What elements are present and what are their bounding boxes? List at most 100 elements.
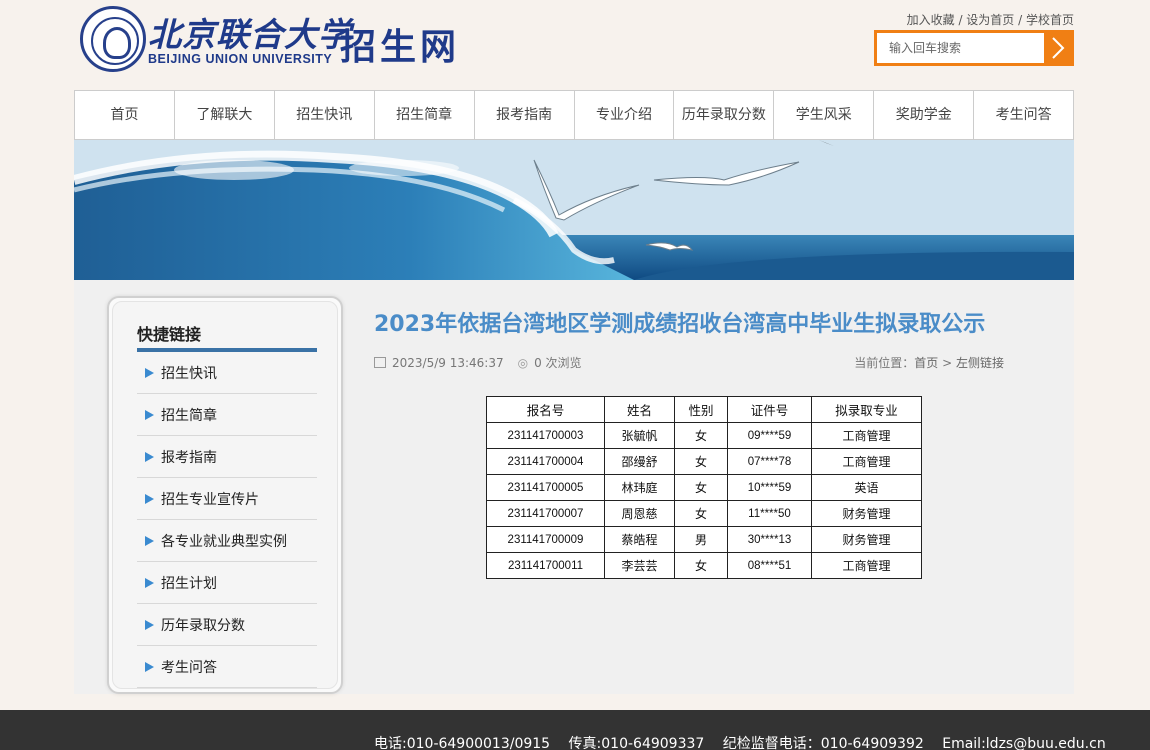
table-cell: 周恩慈 [604,500,675,527]
footer-contact: 电话:010-64900013/0915 传真:010-64909337 纪检监… [374,733,1120,750]
table-cell: 08****51 [727,552,812,579]
triangle-right-icon [145,661,154,672]
site-header: 北京联合大学 BEIJING UNION UNIVERSITY 招生网 加入收藏… [74,0,1074,90]
triangle-right-icon [145,367,154,378]
sidebar-item-enrollment-plan[interactable]: 招生计划 [137,562,317,604]
table-cell: 财务管理 [811,500,922,527]
table-cell: 10****59 [727,474,812,501]
nav-item-about[interactable]: 了解联大 [175,91,275,139]
table-cell: 231141700003 [486,422,605,449]
sidebar-item-qa[interactable]: 考生问答 [137,646,317,688]
nav-item-scores[interactable]: 历年录取分数 [674,91,775,139]
sidebar-item-employment-cases[interactable]: 各专业就业典型实例 [137,520,317,562]
sidebar-item-label: 历年录取分数 [161,617,245,634]
nav-item-scholarships[interactable]: 奖助学金 [874,91,975,139]
article-title: 2023年依据台湾地区学测成绩招收台湾高中毕业生拟录取公示 [374,312,986,337]
table-cell: 工商管理 [811,552,922,579]
sidebar-item-label: 招生快讯 [161,365,217,382]
sidebar-list: 招生快讯 招生简章 报考指南 招生专业宣传片 各专业就业典型实例 招生计划 历年… [137,352,317,688]
breadcrumb-label: 当前位置： [854,356,915,370]
table-cell: 李芸芸 [604,552,675,579]
table-cell: 女 [674,448,728,475]
nav-item-majors[interactable]: 专业介绍 [575,91,675,139]
footer-email[interactable]: Email:ldzs@buu.edu.cn [942,736,1105,750]
column-header: 报名号 [486,396,605,423]
add-favorite-link[interactable]: 加入收藏 [907,13,955,27]
table-row: 231141700009 蔡皓程 男 30****13 财务管理 [486,526,922,553]
table-cell: 男 [674,526,728,553]
table-cell: 231141700011 [486,552,605,579]
column-header: 姓名 [604,396,675,423]
content-area: 快捷链接 招生快讯 招生简章 报考指南 招生专业宣传片 各专业就业典型实例 招生… [74,280,1074,694]
triangle-right-icon [145,535,154,546]
table-cell: 工商管理 [811,448,922,475]
eye-icon: ◎ [517,355,529,370]
sidebar-item-label: 报考指南 [161,449,217,466]
university-logo[interactable] [80,6,146,72]
table-cell: 邵缦舒 [604,448,675,475]
table-cell: 英语 [811,474,922,501]
search-input[interactable] [877,33,1045,63]
set-homepage-link[interactable]: 设为首页 [966,13,1014,27]
sidebar-item-promo-video[interactable]: 招生专业宣传片 [137,478,317,520]
column-header: 证件号 [727,396,812,423]
table-row: 231141700004 邵缦舒 女 07****78 工商管理 [486,448,922,475]
banner-image [74,140,1074,280]
triangle-right-icon [145,619,154,630]
nav-item-home[interactable]: 首页 [75,91,175,139]
table-row: 231141700007 周恩慈 女 11****50 财务管理 [486,500,922,527]
breadcrumb-separator: > [942,356,953,370]
school-homepage-link[interactable]: 学校首页 [1026,13,1074,27]
sidebar-item-label: 考生问答 [161,659,217,676]
breadcrumb-current[interactable]: 左侧链接 [956,356,1004,370]
triangle-right-icon [145,409,154,420]
nav-item-qa[interactable]: 考生问答 [974,91,1073,139]
nav-item-brochure[interactable]: 招生简章 [375,91,475,139]
table-row: 231141700003 张毓帆 女 09****59 工商管理 [486,422,922,449]
table-cell: 工商管理 [811,422,922,449]
main-nav: 首页 了解联大 招生快讯 招生简章 报考指南 专业介绍 历年录取分数 学生风采 … [74,90,1074,140]
sidebar-item-past-scores[interactable]: 历年录取分数 [137,604,317,646]
table-cell: 林玮庭 [604,474,675,501]
chevron-right-icon [1051,37,1064,59]
breadcrumb-home[interactable]: 首页 [914,356,938,370]
sidebar-panel: 快捷链接 招生快讯 招生简章 报考指南 招生专业宣传片 各专业就业典型实例 招生… [112,301,338,689]
publish-date: 2023/5/9 13:46:37 [392,355,504,370]
table-cell: 蔡皓程 [604,526,675,553]
sidebar-item-guide[interactable]: 报考指南 [137,436,317,478]
top-links: 加入收藏 / 设为首页 / 学校首页 [906,13,1074,27]
sidebar-item-label: 招生简章 [161,407,217,424]
sidebar-item-brochure[interactable]: 招生简章 [137,394,317,436]
university-name-cn[interactable]: 北京联合大学 [148,8,352,56]
column-header: 拟录取专业 [811,396,922,423]
table-cell: 231141700004 [486,448,605,475]
table-cell: 30****13 [727,526,812,553]
table-cell: 231141700009 [486,526,605,553]
calendar-icon [374,357,386,368]
site-name: 招生网 [340,26,461,68]
article-meta: 2023/5/9 13:46:37 ◎ 0 次浏览 [374,354,582,371]
sidebar-item-label: 招生计划 [161,575,217,592]
footer-phone: 电话:010-64900013/0915 [374,736,551,750]
table-cell: 11****50 [727,500,812,527]
wave-seagull-illustration [74,140,1074,280]
search-button[interactable] [1044,33,1071,63]
table-cell: 女 [674,552,728,579]
triangle-right-icon [145,577,154,588]
quick-links-sidebar: 快捷链接 招生快讯 招生简章 报考指南 招生专业宣传片 各专业就业典型实例 招生… [107,296,343,694]
search-box [874,30,1074,66]
sidebar-item-label: 招生专业宣传片 [161,491,259,508]
table-cell: 231141700005 [486,474,605,501]
view-count: 0 次浏览 [534,356,582,370]
table-row: 231141700011 李芸芸 女 08****51 工商管理 [486,552,922,579]
table-cell: 女 [674,422,728,449]
column-header: 性别 [674,396,728,423]
footer-supervision-phone: 纪检监督电话：010-64909392 [722,736,924,750]
university-name-en[interactable]: BEIJING UNION UNIVERSITY [148,52,332,66]
nav-item-news[interactable]: 招生快讯 [275,91,375,139]
table-header-row: 报名号 姓名 性别 证件号 拟录取专业 [486,396,922,423]
table-cell: 女 [674,474,728,501]
sidebar-item-news[interactable]: 招生快讯 [137,352,317,394]
nav-item-guide[interactable]: 报考指南 [475,91,575,139]
nav-item-students[interactable]: 学生风采 [774,91,875,139]
